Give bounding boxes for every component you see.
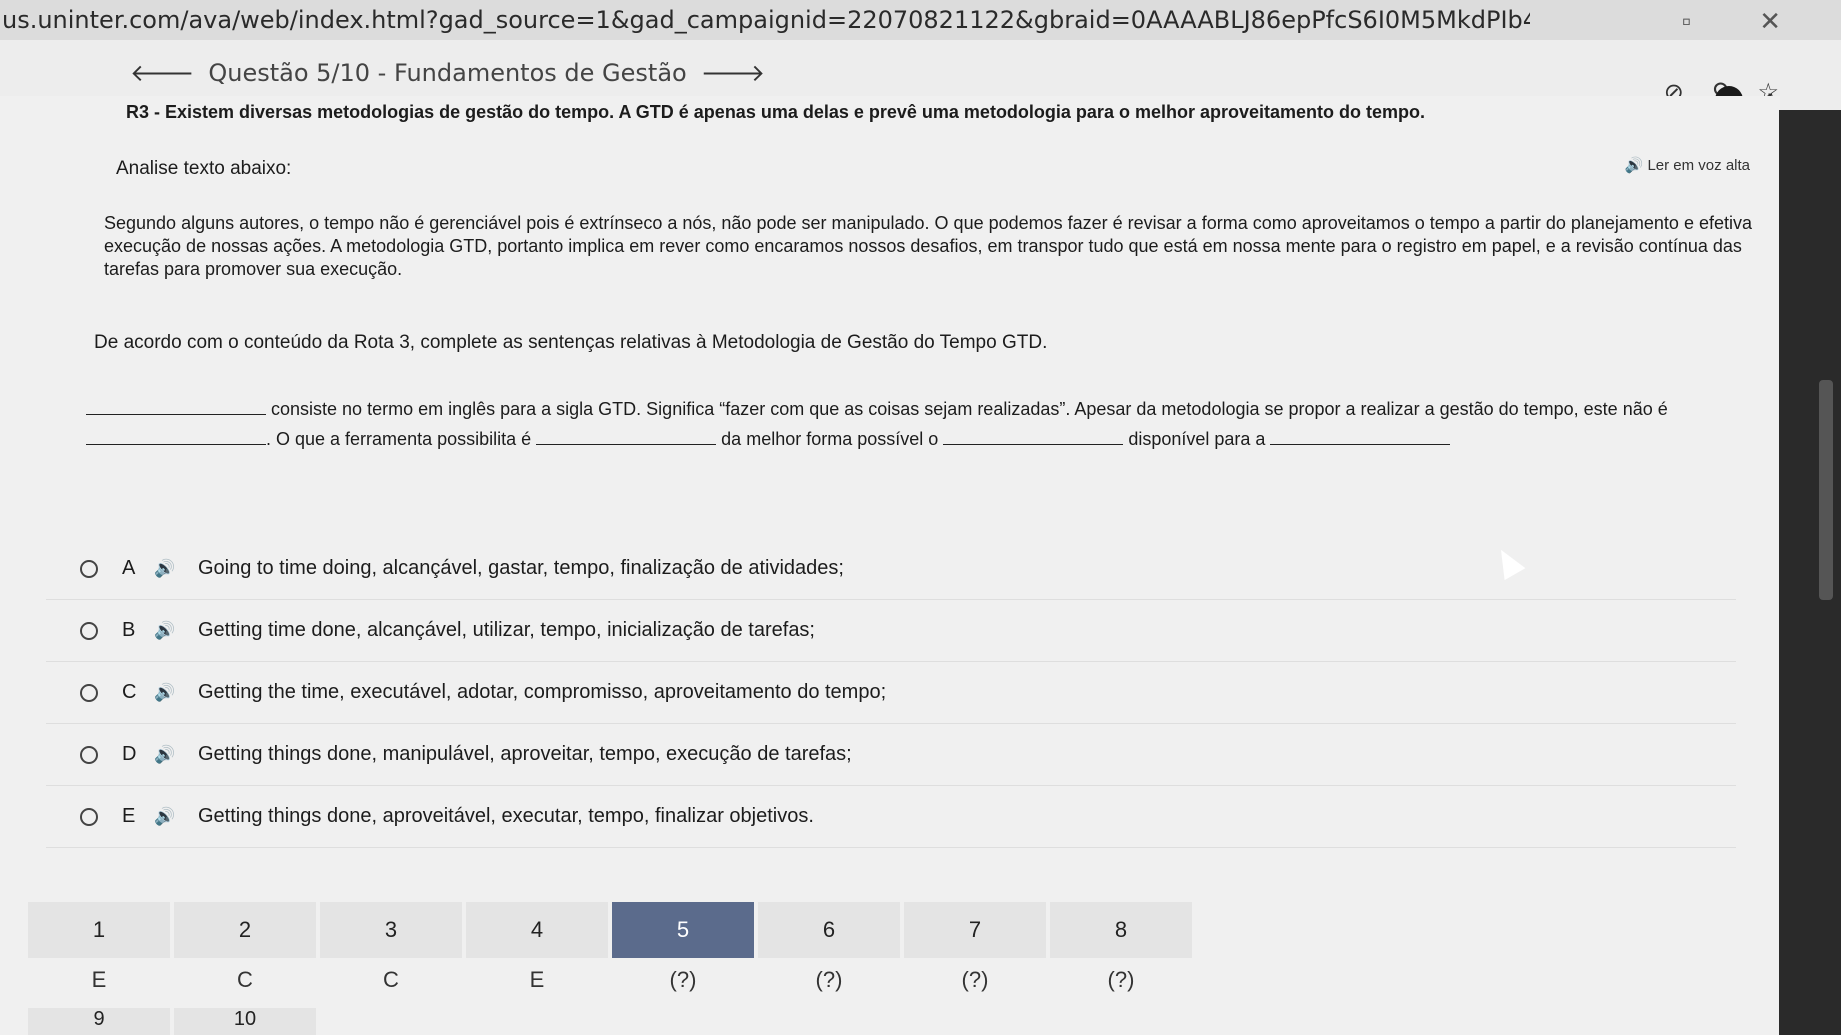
question-tab-9[interactable]: 9: [28, 1008, 170, 1035]
question-tab-1[interactable]: 1: [28, 902, 170, 958]
speaker-icon[interactable]: 🔊: [154, 559, 198, 579]
sentence-part-1: consiste no termo em inglês para a sigla…: [271, 399, 1668, 419]
sentence-part-4: disponível para a: [1128, 429, 1266, 449]
restore-window-icon[interactable]: ▫: [1682, 6, 1691, 37]
answer-2: C: [237, 967, 253, 992]
blank-5: [1270, 429, 1451, 445]
radio-d[interactable]: [80, 745, 98, 764]
blank-2: [86, 429, 266, 445]
option-letter: B: [122, 619, 136, 641]
option-d[interactable]: D 🔊 Getting things done, manipulável, ap…: [46, 724, 1736, 786]
option-c[interactable]: C 🔊 Getting the time, executável, adotar…: [46, 662, 1736, 724]
context-paragraph: Segundo alguns autores, o tempo não é ge…: [104, 213, 1752, 279]
answer-1: E: [91, 967, 107, 992]
blank-1: [86, 399, 266, 415]
question-tab-8[interactable]: 8: [1050, 902, 1192, 958]
option-text: Getting things done, manipulável, aprove…: [198, 743, 852, 765]
answer-options: A 🔊 Going to time doing, alcançável, gas…: [46, 538, 1736, 848]
close-window-icon[interactable]: ✕: [1759, 6, 1781, 37]
radio-e[interactable]: [80, 807, 98, 826]
speaker-icon[interactable]: 🔊: [154, 745, 198, 765]
arrow-right-icon[interactable]: 🡒: [701, 58, 765, 87]
scrollbar[interactable]: [1779, 110, 1841, 1035]
read-aloud-button[interactable]: 🔊 Ler em voz alta: [1625, 156, 1750, 174]
option-text: Getting the time, executável, adotar, co…: [198, 681, 887, 703]
analyze-label: Analise texto abaixo:: [116, 158, 292, 179]
answer-8: (?): [1107, 967, 1135, 992]
read-aloud-label: Ler em voz alta: [1647, 157, 1750, 174]
option-letter: E: [122, 805, 136, 827]
instruction-text: De acordo com o conteúdo da Rota 3, comp…: [94, 332, 1048, 353]
question-navigator: 1 2 3 4 5 6 7 8: [28, 902, 1192, 958]
option-text: Going to time doing, alcançável, gastar,…: [198, 557, 844, 579]
radio-c[interactable]: [80, 683, 98, 702]
question-tab-3[interactable]: 3: [320, 902, 462, 958]
question-header-title: Questão 5/10 - Fundamentos de Gestão: [208, 58, 687, 87]
speaker-icon[interactable]: 🔊: [154, 683, 198, 703]
question-tab-7[interactable]: 7: [904, 902, 1046, 958]
option-e[interactable]: E 🔊 Getting things done, aproveitável, e…: [46, 786, 1736, 848]
sentence-part-3: da melhor forma possível o: [721, 429, 939, 449]
question-tab-10[interactable]: 10: [174, 1008, 316, 1035]
answer-summary-row: E C C E (?) (?) (?) (?): [28, 958, 1192, 1002]
url-text[interactable]: us.uninter.com/ava/web/index.html?gad_so…: [0, 6, 1530, 34]
option-letter: A: [122, 557, 136, 579]
question-tab-6[interactable]: 6: [758, 902, 900, 958]
question-header: 🡐 Questão 5/10 - Fundamentos de Gestão 🡒: [130, 58, 765, 88]
option-a[interactable]: A 🔊 Going to time doing, alcançável, gas…: [46, 538, 1736, 600]
question-tab-5[interactable]: 5: [612, 902, 754, 958]
scrollbar-thumb[interactable]: [1819, 380, 1833, 600]
option-text: Getting time done, alcançável, utilizar,…: [198, 619, 815, 641]
speaker-icon[interactable]: 🔊: [154, 807, 198, 827]
speaker-icon: 🔊: [1624, 157, 1644, 174]
speaker-icon[interactable]: 🔊: [154, 621, 198, 641]
answer-6: (?): [815, 967, 843, 992]
blank-3: [536, 429, 717, 445]
answer-3: C: [383, 967, 399, 992]
arrow-left-icon[interactable]: 🡐: [130, 58, 194, 87]
answer-7: (?): [961, 967, 989, 992]
browser-address-bar: us.uninter.com/ava/web/index.html?gad_so…: [0, 0, 1841, 40]
question-prompt: R3 - Existem diversas metodologias de ge…: [126, 102, 1425, 122]
radio-b[interactable]: [80, 621, 98, 640]
option-b[interactable]: B 🔊 Getting time done, alcançável, utili…: [46, 600, 1736, 662]
radio-a[interactable]: [80, 559, 98, 578]
option-letter: D: [122, 743, 137, 765]
question-navigator-row-2: 9 10: [28, 1008, 316, 1035]
answer-5: (?): [669, 967, 697, 992]
question-tab-4[interactable]: 4: [466, 902, 608, 958]
option-letter: C: [122, 681, 137, 703]
question-tab-2[interactable]: 2: [174, 902, 316, 958]
option-text: Getting things done, aproveitável, execu…: [198, 805, 814, 827]
sentence-part-2: . O que a ferramenta possibilita é: [266, 429, 532, 449]
answer-4: E: [529, 967, 545, 992]
blank-4: [943, 429, 1124, 445]
fill-in-sentence: consiste no termo em inglês para a sigla…: [86, 394, 1756, 454]
